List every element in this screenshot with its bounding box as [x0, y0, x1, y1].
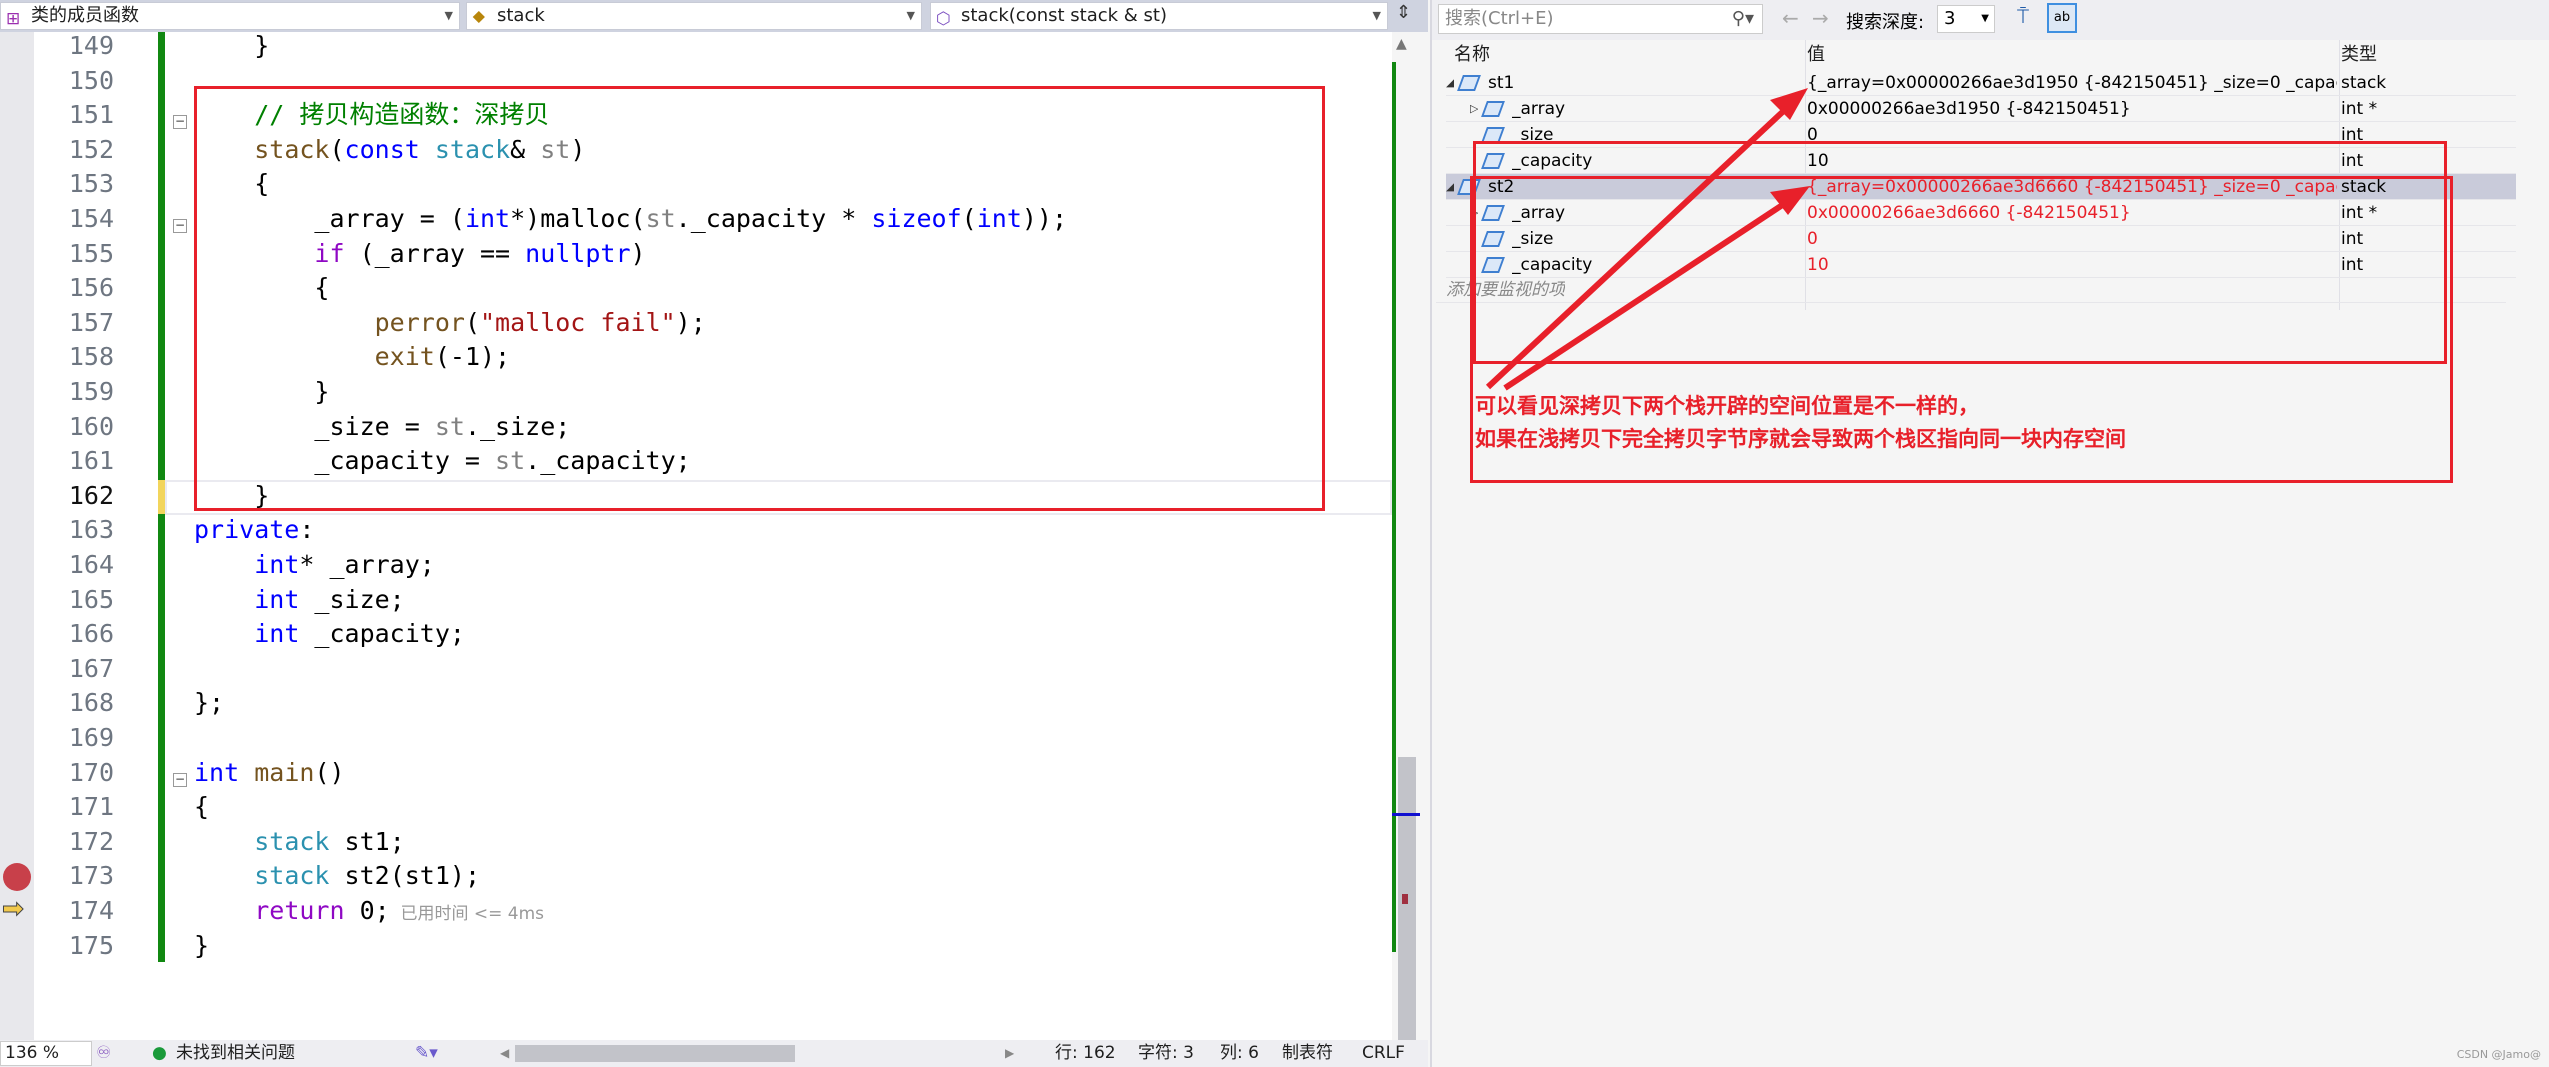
annotation-line-2: 如果在浅拷贝下完全拷贝字节序就会导致两个栈区指向同一块内存空间 — [1475, 427, 2126, 451]
annotation-line-1: 可以看见深拷贝下两个栈开辟的空间位置是不一样的， — [1475, 394, 1979, 418]
annotation-note: 可以看见深拷贝下两个栈开辟的空间位置是不一样的， 如果在浅拷贝下完全拷贝字节序就… — [1475, 390, 2126, 456]
arrow-to-st2 — [1503, 197, 1792, 391]
annotation-arrows — [1485, 88, 1810, 391]
arrow-to-st1 — [1485, 102, 1793, 390]
